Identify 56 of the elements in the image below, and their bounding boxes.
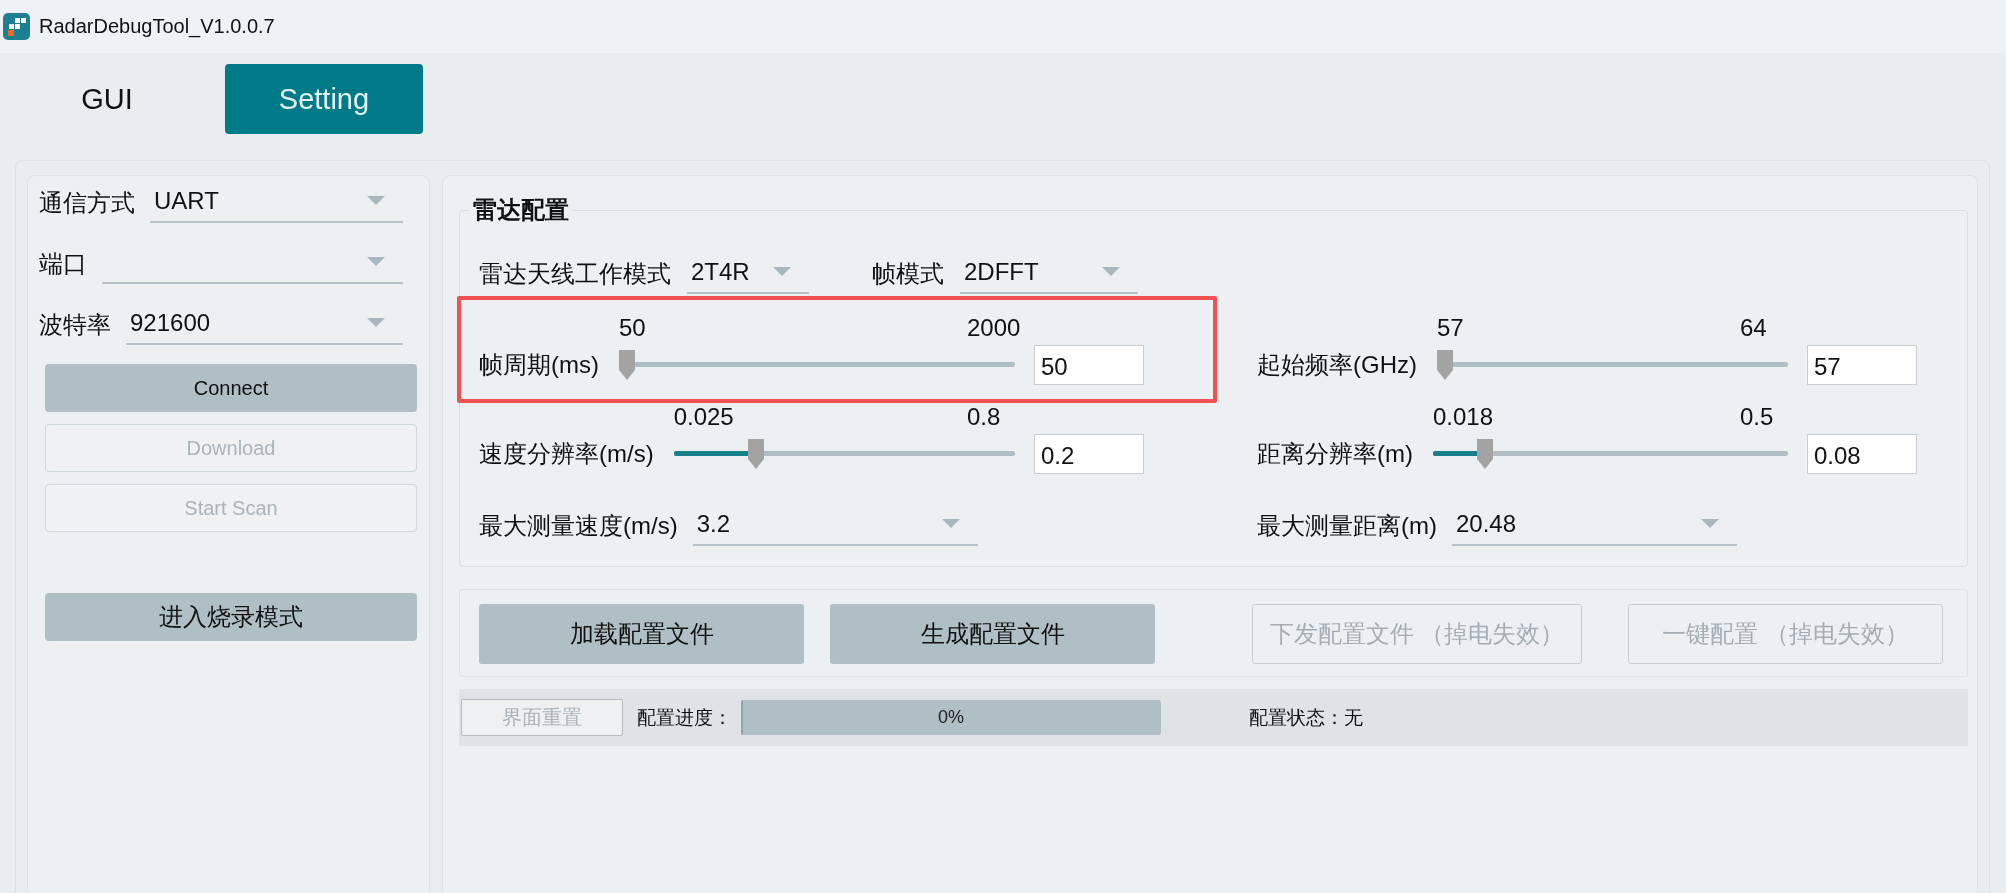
- field-label: 通信方式: [39, 188, 135, 218]
- window-title: RadarDebugTool_V1.0.0.7: [39, 15, 275, 38]
- field-label: 端口: [39, 249, 87, 279]
- field-label: 最大测量速度(m/s): [479, 511, 678, 541]
- dropdown[interactable]: 2DFFT: [960, 251, 1138, 294]
- field-label: 帧周期(ms): [479, 350, 599, 380]
- tick-label: 57: [1437, 316, 1464, 340]
- caret-icon: [1102, 267, 1120, 276]
- value-field[interactable]: 0.2: [1034, 434, 1144, 474]
- field-label: 速度分辨率(m/s): [479, 439, 654, 469]
- tick-label: 64: [1740, 314, 1767, 341]
- field-label: 雷达天线工作模式: [479, 259, 671, 289]
- slider-thumb[interactable]: [1477, 439, 1494, 469]
- config-button[interactable]: 加载配置文件: [479, 604, 804, 664]
- mode-button[interactable]: 进入烧录模式: [45, 593, 417, 641]
- field-label: 距离分辨率(m): [1257, 439, 1413, 469]
- caret-icon: [367, 257, 385, 266]
- slider[interactable]: [1433, 439, 1788, 469]
- tick-label: 0.018: [1433, 405, 1494, 429]
- slider-thumb[interactable]: [1437, 350, 1453, 380]
- group-title: 雷达配置: [472, 195, 570, 225]
- tick-label: 2000: [967, 314, 1021, 341]
- dropdown[interactable]: 20.48: [1452, 503, 1737, 546]
- tab[interactable]: Setting: [225, 64, 423, 134]
- caret-icon: [941, 519, 960, 528]
- slider-thumb[interactable]: [619, 350, 635, 380]
- tick-label: 0.8: [967, 403, 1001, 430]
- progress-label: 配置进度：: [637, 705, 732, 730]
- dropdown[interactable]: 3.2: [692, 503, 978, 546]
- slider-thumb[interactable]: [748, 439, 765, 469]
- dropdown[interactable]: 921600: [126, 302, 403, 345]
- field-label: 帧模式: [872, 259, 944, 289]
- field-label: 最大测量距离(m): [1257, 511, 1437, 541]
- dropdown[interactable]: 2T4R: [687, 251, 809, 294]
- caret-icon: [1701, 519, 1719, 528]
- action-button[interactable]: Connect: [45, 364, 417, 412]
- value-field[interactable]: 0.08: [1807, 434, 1917, 474]
- field-label: 起始频率(GHz): [1257, 350, 1417, 380]
- slider[interactable]: [619, 350, 1015, 380]
- status-text: 配置状态：无: [1249, 705, 1363, 730]
- value-field[interactable]: 50: [1034, 345, 1144, 385]
- config-button[interactable]: 生成配置文件: [830, 604, 1155, 664]
- value-field[interactable]: 57: [1807, 345, 1917, 385]
- field-label: 波特率: [39, 310, 111, 340]
- tick-label: 0.025: [673, 405, 734, 429]
- slider[interactable]: [673, 439, 1015, 469]
- dropdown[interactable]: UART: [150, 180, 403, 223]
- app-icon: [3, 13, 30, 40]
- tick-label: 0.5: [1740, 403, 1774, 430]
- caret-icon: [367, 196, 385, 205]
- progress-percent: 0%: [938, 707, 964, 728]
- tick-label: 50: [619, 316, 646, 340]
- slider[interactable]: [1437, 350, 1788, 380]
- caret-icon: [367, 318, 385, 327]
- caret-icon: [773, 267, 791, 276]
- tab[interactable]: GUI: [8, 64, 206, 134]
